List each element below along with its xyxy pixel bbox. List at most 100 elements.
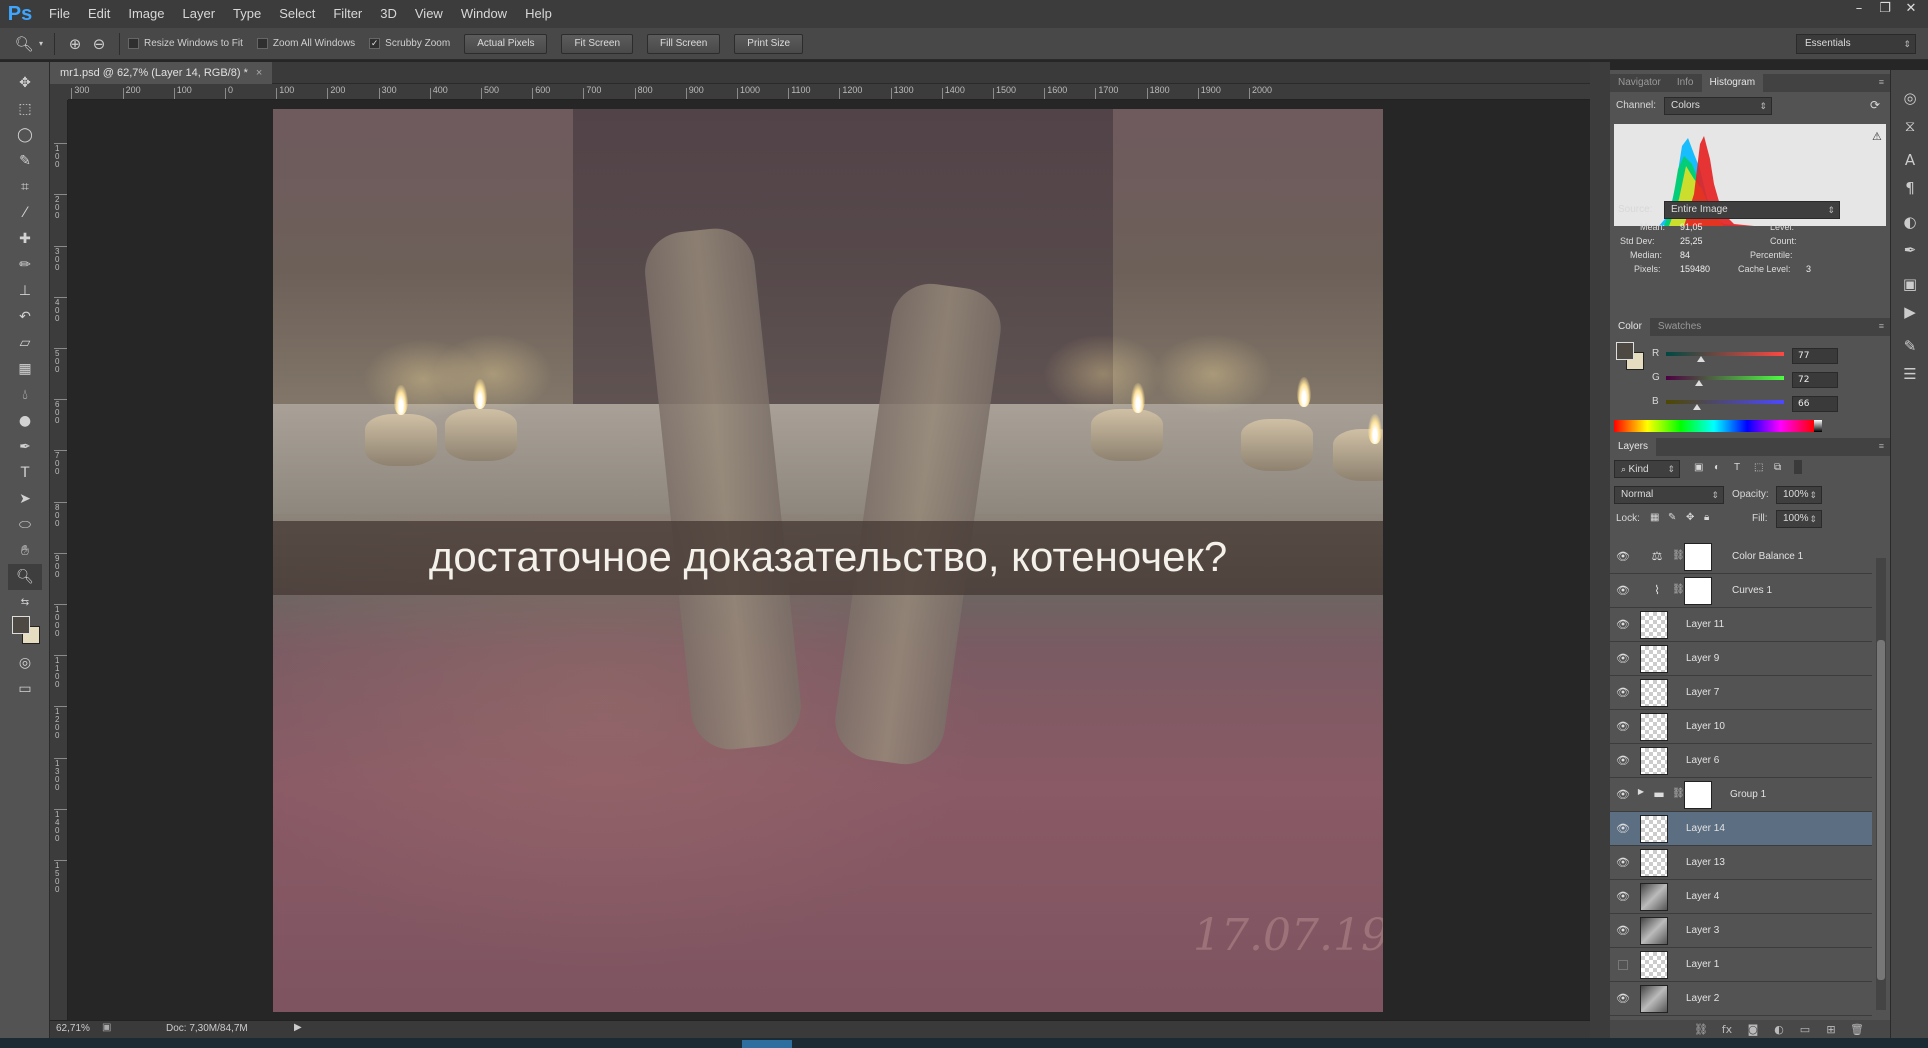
close-tab-icon[interactable]: × — [256, 67, 262, 79]
workspace-select[interactable]: Essentials — [1796, 34, 1916, 54]
layer-thumbnail[interactable] — [1640, 713, 1668, 741]
zoom-all-windows-checkbox[interactable]: Zoom All Windows — [256, 38, 355, 49]
visibility-eye-icon[interactable]: 👁︎ — [1616, 584, 1630, 598]
blur-tool-icon[interactable]: 💧︎ — [8, 382, 42, 408]
brush-tool-icon[interactable]: ✏ — [8, 252, 42, 278]
visibility-eye-icon[interactable]: 👁︎ — [1616, 652, 1630, 666]
tab-histogram[interactable]: Histogram — [1701, 74, 1764, 92]
menu-file[interactable]: File — [40, 0, 79, 28]
lock-image-icon[interactable]: ✎ — [1668, 512, 1676, 523]
clone-stamp-tool-icon[interactable]: ⊥ — [8, 278, 42, 304]
layer-thumbnail[interactable] — [1640, 645, 1668, 673]
resize-windows-checkbox[interactable]: Resize Windows to Fit — [128, 38, 243, 49]
menu-3d[interactable]: 3D — [371, 0, 406, 28]
eraser-tool-icon[interactable]: ▱ — [8, 330, 42, 356]
layer-name[interactable]: Layer 7 — [1686, 676, 1719, 710]
foreground-color-swatch[interactable] — [1616, 342, 1634, 360]
path-selection-tool-icon[interactable]: ➤ — [8, 486, 42, 512]
channel-select[interactable]: Colors — [1664, 97, 1772, 115]
color-spectrum[interactable] — [1614, 420, 1814, 432]
menu-view[interactable]: View — [406, 0, 452, 28]
menu-image[interactable]: Image — [119, 0, 173, 28]
gradient-tool-icon[interactable]: ▦ — [8, 356, 42, 382]
black-white-ramp[interactable] — [1814, 420, 1822, 432]
layer-row[interactable]: 👁︎ ⚖ ⛓ Color Balance 1 — [1610, 540, 1872, 574]
visibility-eye-icon[interactable]: 👁︎ — [1616, 822, 1630, 836]
visibility-eye-icon[interactable]: 👁︎ — [1616, 550, 1630, 564]
panel-menu-icon[interactable]: ≡ — [1879, 321, 1884, 331]
blue-track[interactable] — [1666, 400, 1784, 404]
zoom-level[interactable]: 62,71% — [56, 1023, 90, 1034]
layer-name[interactable]: Layer 2 — [1686, 982, 1719, 1016]
layer-row[interactable]: 👁︎ Layer 13 — [1610, 846, 1872, 880]
layer-name[interactable]: Group 1 — [1730, 778, 1766, 812]
layer-thumbnail[interactable] — [1640, 917, 1668, 945]
filter-shape-icon[interactable]: ⬚ — [1754, 462, 1763, 473]
mask-thumbnail[interactable] — [1684, 781, 1712, 809]
visibility-eye-icon[interactable]: 👁︎ — [1616, 992, 1630, 1006]
channels-dock-icon[interactable]: ▣ — [1891, 270, 1928, 298]
layer-name[interactable]: Layer 3 — [1686, 914, 1719, 948]
layers-scrollbar-thumb[interactable] — [1877, 640, 1885, 980]
layer-thumbnail[interactable] — [1640, 815, 1668, 843]
crop-tool-icon[interactable]: ⌗ — [8, 174, 42, 200]
visibility-eye-icon[interactable]: 👁︎ — [1616, 720, 1630, 734]
layer-name[interactable]: Curves 1 — [1732, 574, 1772, 608]
layer-row[interactable]: 👁︎ ⌇ ⛓ Curves 1 — [1610, 574, 1872, 608]
blue-slider[interactable]: B 66 — [1652, 396, 1842, 412]
filter-pixel-icon[interactable]: ▣ — [1694, 462, 1703, 473]
blue-value[interactable]: 66 — [1792, 396, 1838, 412]
visibility-eye-icon[interactable] — [1618, 960, 1628, 970]
tab-color[interactable]: Color — [1610, 318, 1650, 336]
fill-input[interactable]: 100% — [1776, 510, 1822, 528]
quick-select-tool-icon[interactable]: ✎ — [8, 148, 42, 174]
taskbar-active-item[interactable] — [742, 1040, 792, 1048]
zoom-out-icon[interactable]: ⊖ — [87, 33, 111, 55]
lasso-tool-icon[interactable]: ◯ — [8, 122, 42, 148]
color-swatches[interactable] — [1614, 342, 1654, 378]
status-menu-arrow-icon[interactable]: ▶ — [294, 1022, 302, 1033]
lock-transparent-icon[interactable]: ▦ — [1650, 512, 1659, 523]
layer-name[interactable]: Layer 9 — [1686, 642, 1719, 676]
actions-dock-icon[interactable]: ▶ — [1891, 298, 1928, 326]
menu-edit[interactable]: Edit — [79, 0, 119, 28]
visibility-eye-icon[interactable]: 👁︎ — [1616, 618, 1630, 632]
actual-pixels-button[interactable]: Actual Pixels — [464, 33, 548, 54]
link-icon[interactable]: ⛓ — [1672, 584, 1685, 598]
tab-navigator[interactable]: Navigator — [1610, 74, 1669, 92]
panel-menu-icon[interactable]: ≡ — [1879, 441, 1884, 451]
color-swatches[interactable] — [10, 616, 49, 650]
ellipse-tool-icon[interactable]: ⬭ — [8, 512, 42, 538]
source-select[interactable]: Entire Image — [1664, 201, 1840, 219]
layer-name[interactable]: Layer 1 — [1686, 948, 1719, 982]
panel-menu-icon[interactable]: ≡ — [1879, 77, 1884, 87]
layer-name[interactable]: Layer 4 — [1686, 880, 1719, 914]
paragraph-dock-icon[interactable]: ¶ — [1891, 174, 1928, 202]
layer-name[interactable]: Layer 6 — [1686, 744, 1719, 778]
marquee-tool-icon[interactable]: ⬚ — [8, 96, 42, 122]
layer-thumbnail[interactable] — [1640, 985, 1668, 1013]
caption-text[interactable]: достаточное доказательство, котеночек? — [273, 527, 1383, 587]
layer-name[interactable]: Layer 11 — [1686, 608, 1724, 642]
tab-swatches[interactable]: Swatches — [1650, 318, 1709, 336]
green-knob[interactable] — [1695, 380, 1704, 386]
hand-tool-icon[interactable]: ✋︎ — [8, 538, 42, 564]
tab-layers[interactable]: Layers — [1610, 438, 1657, 456]
healing-brush-tool-icon[interactable]: ✚ — [8, 226, 42, 252]
red-slider[interactable]: R 77 — [1652, 348, 1842, 364]
layer-row[interactable]: 👁︎ Layer 9 — [1610, 642, 1872, 676]
eyedropper-tool-icon[interactable]: ⁄ — [8, 200, 42, 226]
expand-arrow-icon[interactable]: ▶ — [1636, 787, 1646, 803]
tab-info[interactable]: Info — [1669, 74, 1702, 92]
layer-row[interactable]: 👁︎ Layer 7 — [1610, 676, 1872, 710]
new-layer-icon[interactable]: ⊞ — [1818, 1023, 1844, 1036]
foreground-color-swatch[interactable] — [12, 616, 30, 634]
scrubby-zoom-checkbox[interactable]: ✓ Scrubby Zoom — [369, 38, 450, 49]
mask-thumbnail[interactable] — [1684, 577, 1712, 605]
menu-window[interactable]: Window — [452, 0, 516, 28]
print-size-button[interactable]: Print Size — [734, 33, 804, 54]
layer-row[interactable]: 👁︎ Layer 14 — [1610, 812, 1872, 846]
quick-mask-icon[interactable]: ◎ — [8, 650, 42, 676]
artwork-canvas[interactable]: достаточное доказательство, котеночек? 1… — [273, 109, 1383, 1012]
visibility-eye-icon[interactable]: 👁︎ — [1616, 754, 1630, 768]
